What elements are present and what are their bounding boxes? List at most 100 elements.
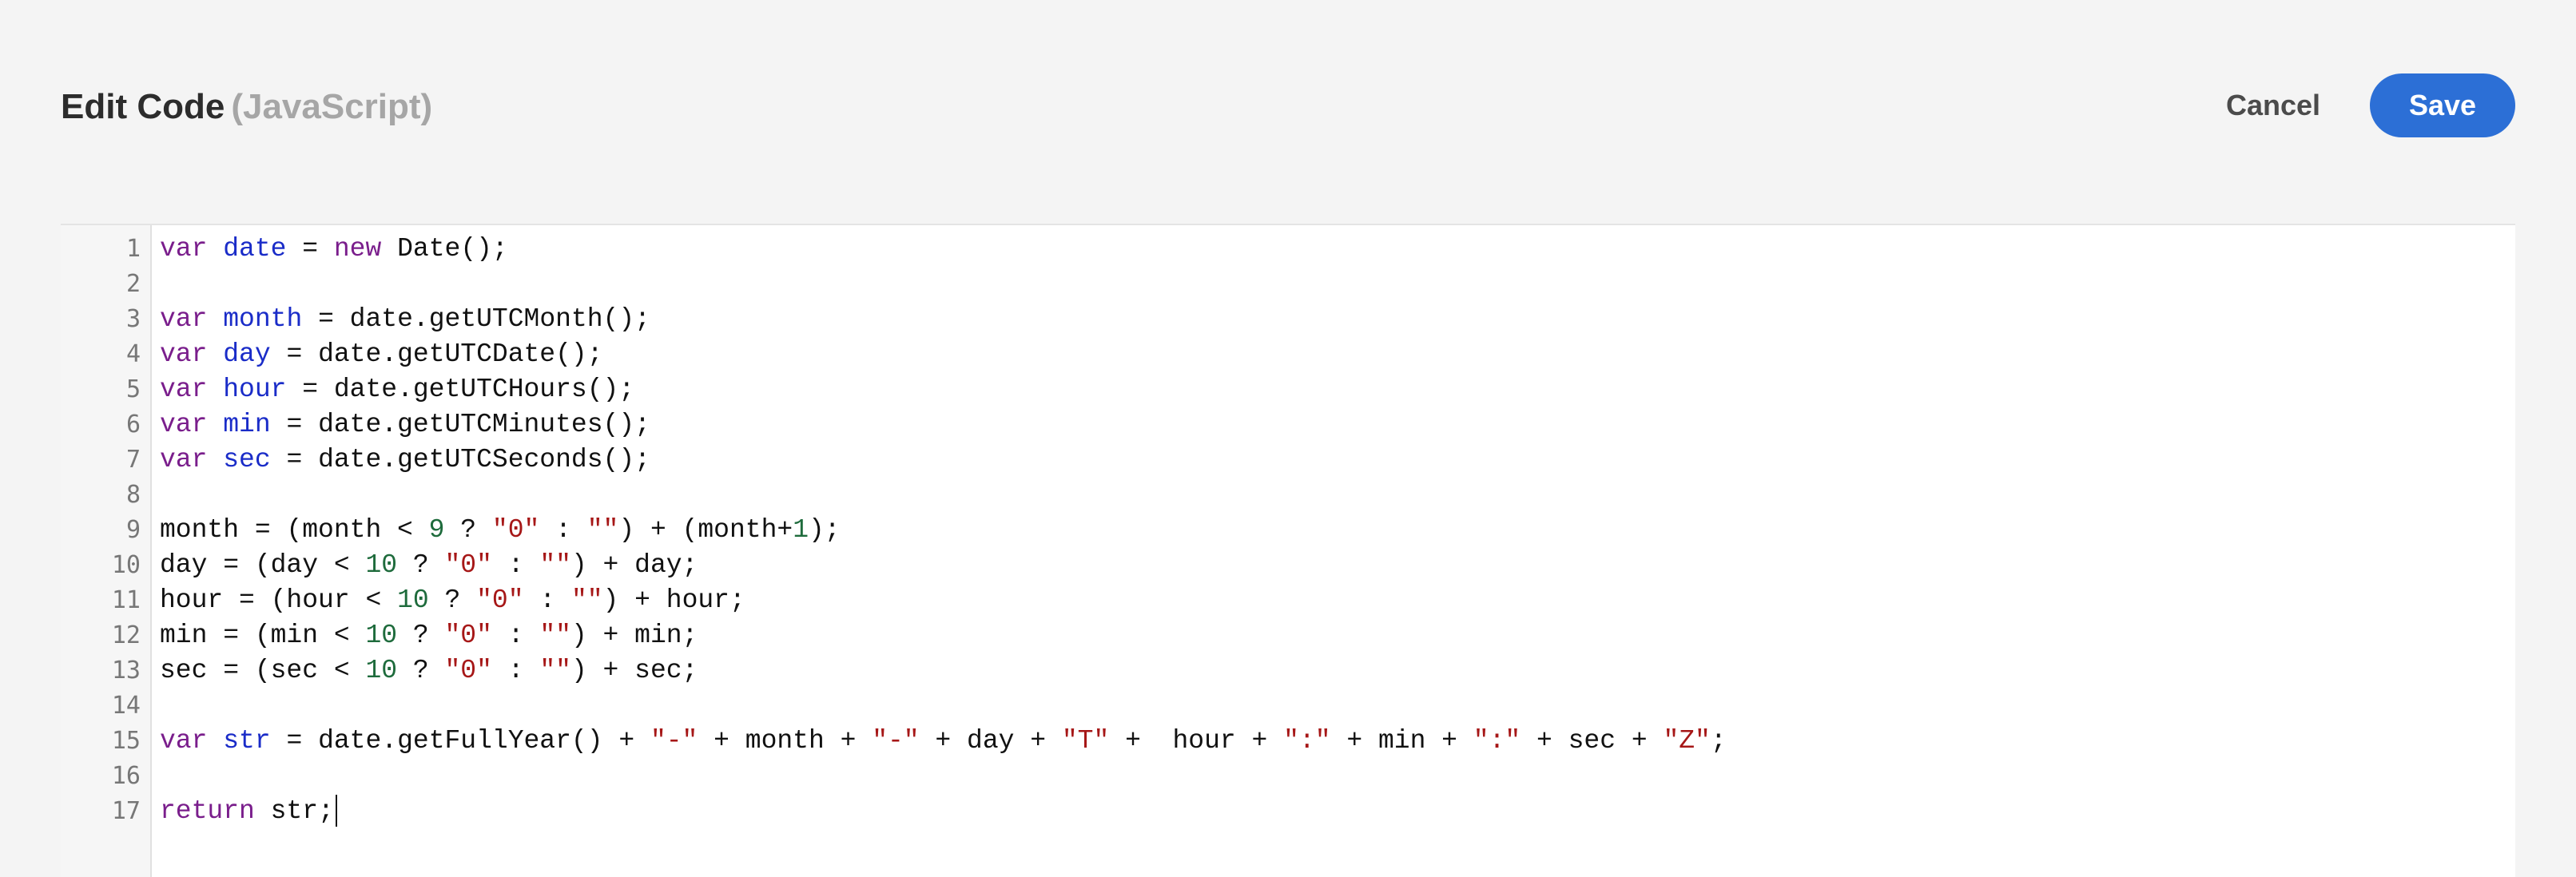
code-token: day <box>223 339 271 369</box>
line-number: 12 <box>111 621 141 649</box>
code-token: var <box>160 375 208 404</box>
code-token: "T" <box>1061 726 1110 756</box>
cancel-button[interactable]: Cancel <box>2213 73 2333 137</box>
page-title: Edit Code (JavaScript) <box>61 83 432 131</box>
code-token: Date(); <box>381 234 508 264</box>
code-token: : <box>491 550 540 580</box>
code-line[interactable]: var min = date.getUTCMinutes(); <box>160 407 2515 442</box>
code-token: month = (month < <box>160 515 429 545</box>
code-token: var <box>160 304 208 334</box>
code-token: 10 <box>365 550 398 580</box>
code-token: 10 <box>365 656 398 685</box>
code-line[interactable]: var sec = date.getUTCSeconds(); <box>160 442 2515 478</box>
code-token: + day + <box>919 726 1062 756</box>
line-number: 17 <box>111 797 141 825</box>
code-token: "" <box>539 656 571 685</box>
line-number: 3 <box>125 305 141 333</box>
code-area[interactable]: var date = new Date(); var month = date.g… <box>160 225 2515 829</box>
code-token: var <box>160 726 208 756</box>
code-token: : <box>523 585 571 615</box>
code-token: var <box>160 410 208 439</box>
code-token: = date.getUTCSeconds(); <box>270 445 650 474</box>
code-token: date <box>223 234 287 264</box>
code-line[interactable]: sec = (sec < 10 ? "0" : "") + sec; <box>160 653 2515 689</box>
code-token: = date.getUTCMonth(); <box>302 304 650 334</box>
code-token: "-" <box>872 726 920 756</box>
code-token: = date.getFullYear() + <box>270 726 650 756</box>
code-line[interactable]: var month = date.getUTCMonth(); <box>160 302 2515 337</box>
code-token: + month + <box>698 726 873 756</box>
code-token: : <box>491 656 540 685</box>
code-line[interactable]: hour = (hour < 10 ? "0" : "") + hour; <box>160 583 2515 618</box>
text-cursor <box>335 795 337 827</box>
code-token: "" <box>539 621 571 650</box>
code-token: 10 <box>397 585 429 615</box>
code-token: 9 <box>428 515 445 545</box>
code-token: "0" <box>444 621 492 650</box>
code-token: "0" <box>491 515 540 545</box>
code-token: : <box>539 515 587 545</box>
code-token: ) + day; <box>570 550 698 580</box>
code-token: "" <box>586 515 619 545</box>
code-line[interactable]: var day = date.getUTCDate(); <box>160 337 2515 372</box>
dialog-header: Edit Code (JavaScript) Cancel Save <box>0 0 2576 216</box>
code-token: + hour + <box>1109 726 1284 756</box>
code-token: min <box>223 410 271 439</box>
code-line[interactable]: min = (min < 10 ? "0" : "") + min; <box>160 618 2515 653</box>
code-token: + min + <box>1330 726 1473 756</box>
line-number: 10 <box>111 551 141 579</box>
line-number: 2 <box>125 270 141 298</box>
code-line[interactable]: var str = date.getFullYear() + "-" + mon… <box>160 724 2515 759</box>
line-number: 8 <box>125 481 141 509</box>
code-editor[interactable]: 1 2 3 4 5 6 7 8 9 10 11 12 13 14 15 16 17 var date = new… <box>61 224 2515 877</box>
code-token: "" <box>539 550 571 580</box>
code-token: ) + min; <box>570 621 698 650</box>
code-token: ? <box>428 585 477 615</box>
line-number: 14 <box>111 692 141 720</box>
line-number-gutter: 1 2 3 4 5 6 7 8 9 10 11 12 13 14 15 16 17 <box>61 225 152 877</box>
code-line[interactable] <box>160 689 2515 724</box>
code-token: ) + hour; <box>602 585 745 615</box>
code-token: ; <box>1710 726 1727 756</box>
code-token: "0" <box>444 550 492 580</box>
code-token: day = (day < <box>160 550 366 580</box>
code-token: ? <box>397 656 445 685</box>
code-token: ) + sec; <box>570 656 698 685</box>
code-token: = date.getUTCHours(); <box>286 375 635 404</box>
code-token: ":" <box>1283 726 1331 756</box>
line-number: 7 <box>125 446 141 474</box>
code-line[interactable]: day = (day < 10 ? "0" : "") + day; <box>160 548 2515 583</box>
code-token: new <box>333 234 382 264</box>
code-line[interactable]: var hour = date.getUTCHours(); <box>160 372 2515 407</box>
code-token: 1 <box>793 515 809 545</box>
code-token: "-" <box>650 726 698 756</box>
code-token: 10 <box>365 621 398 650</box>
code-token: month <box>223 304 303 334</box>
code-token: str <box>223 726 271 756</box>
code-token: = <box>286 234 334 264</box>
code-token: + sec + <box>1521 726 1664 756</box>
code-token: ? <box>397 621 445 650</box>
code-line[interactable] <box>160 267 2515 302</box>
code-token: hour = (hour < <box>160 585 398 615</box>
code-line[interactable]: var date = new Date(); <box>160 232 2515 267</box>
code-line[interactable]: month = (month < 9 ? "0" : "") + (month+… <box>160 513 2515 548</box>
line-number: 1 <box>125 235 141 263</box>
code-token: "" <box>570 585 603 615</box>
line-number: 11 <box>111 586 141 614</box>
code-token: = date.getUTCDate(); <box>270 339 603 369</box>
code-token: ? <box>397 550 445 580</box>
code-line[interactable] <box>160 478 2515 513</box>
save-button[interactable]: Save <box>2370 73 2515 137</box>
code-token: min = (min < <box>160 621 366 650</box>
code-token: ) + (month+ <box>618 515 793 545</box>
code-line[interactable]: return str; <box>160 794 2515 829</box>
code-token: var <box>160 339 208 369</box>
code-line[interactable] <box>160 759 2515 794</box>
code-token: ? <box>444 515 492 545</box>
